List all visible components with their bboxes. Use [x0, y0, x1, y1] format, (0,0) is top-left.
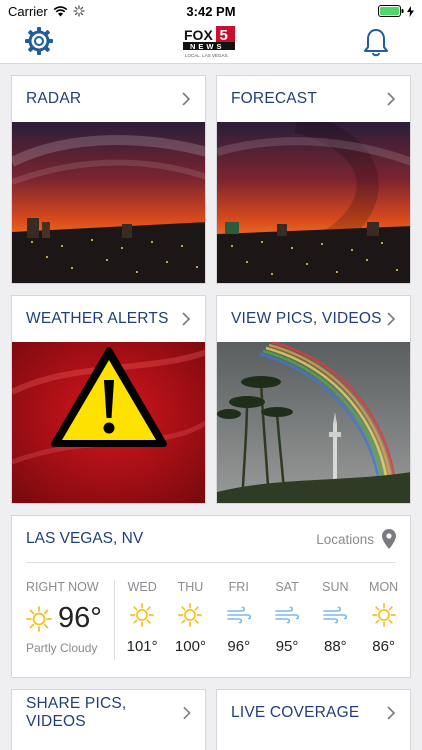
- forecast-day-name: THU: [177, 580, 204, 594]
- forecast-day: SAT 95°: [263, 580, 311, 655]
- share-pics-videos-tile-header[interactable]: SHARE PICS, VIDEOS: [12, 690, 205, 736]
- sun-icon: [371, 603, 396, 627]
- forecast-day-name: SAT: [275, 580, 299, 594]
- forecast-day-temp: 88°: [323, 638, 347, 655]
- wind-icon: [323, 606, 348, 624]
- chevron-right-icon: [182, 312, 191, 326]
- current-weather-card[interactable]: LAS VEGAS, NV Locations RIGHT NOW 96° Pa…: [11, 515, 411, 678]
- live-coverage-tile-header[interactable]: LIVE COVERAGE: [217, 690, 410, 736]
- forecast-tile[interactable]: FORECAST: [216, 75, 411, 284]
- wifi-icon: [53, 5, 68, 16]
- wind-icon: [275, 606, 300, 624]
- locations-label: Locations: [316, 531, 374, 547]
- settings-gear-icon[interactable]: [24, 26, 54, 56]
- forecast-day-temp: 95°: [275, 638, 299, 655]
- forecast-tile-title: FORECAST: [231, 90, 317, 107]
- weather-alerts-tile-title: WEATHER ALERTS: [26, 310, 169, 327]
- chevron-right-icon: [387, 92, 396, 106]
- forecast-day-temp: 96°: [227, 638, 251, 655]
- location-pin-icon: [382, 529, 396, 549]
- radar-tile[interactable]: RADAR: [11, 75, 206, 284]
- daily-forecast: WED 101° THU 100° FRI 96° SAT 95° SUN 88…: [118, 580, 408, 655]
- forecast-day-temp: 101°: [126, 638, 158, 655]
- view-pics-videos-tile-title: VIEW PICS, VIDEOS: [231, 310, 382, 327]
- forecast-day-name: SUN: [322, 580, 349, 594]
- chevron-right-icon: [182, 706, 191, 720]
- battery-indicator: [378, 5, 414, 17]
- forecast-city-sunset-image: [217, 122, 410, 283]
- live-coverage-tile[interactable]: LIVE COVERAGE: [216, 689, 411, 750]
- forecast-day: WED 101°: [118, 580, 166, 655]
- forecast-day-temp: 86°: [372, 638, 395, 655]
- weather-divider: [114, 580, 115, 660]
- status-bar: Carrier 3:42 PM: [0, 0, 422, 22]
- weather-location-header: LAS VEGAS, NV Locations: [26, 516, 396, 563]
- current-condition-text: Partly Cloudy: [26, 641, 98, 655]
- logo-news-text: NEWS: [190, 42, 225, 51]
- radar-tile-title: RADAR: [26, 90, 82, 107]
- carrier-info: Carrier: [8, 4, 85, 19]
- chevron-right-icon: [182, 92, 191, 106]
- activity-spinner-icon: [73, 5, 85, 17]
- share-pics-videos-tile-title: SHARE PICS, VIDEOS: [26, 695, 127, 730]
- battery-icon: [378, 5, 404, 17]
- radar-city-sunset-image: [12, 122, 205, 283]
- app-header: FOX 5 NEWS LOCAL. LAS VEGAS.: [0, 22, 422, 64]
- rainbow-palm-trees-image: [217, 342, 410, 503]
- live-coverage-tile-title: LIVE COVERAGE: [231, 704, 360, 721]
- city-name: LAS VEGAS, NV: [26, 530, 144, 547]
- view-pics-videos-tile[interactable]: VIEW PICS, VIDEOS: [216, 295, 411, 504]
- charging-bolt-icon: [407, 5, 414, 17]
- forecast-day-name: WED: [127, 580, 157, 594]
- forecast-tile-header[interactable]: FORECAST: [217, 76, 410, 122]
- carrier-label: Carrier: [8, 3, 48, 19]
- forecast-day: MON 86°: [359, 580, 407, 655]
- weather-alerts-tile[interactable]: WEATHER ALERTS: [11, 295, 206, 504]
- forecast-day: THU 100°: [166, 580, 214, 655]
- weather-alerts-tile-header[interactable]: WEATHER ALERTS: [12, 296, 205, 342]
- view-pics-videos-tile-header[interactable]: VIEW PICS, VIDEOS: [217, 296, 410, 342]
- radar-tile-header[interactable]: RADAR: [12, 76, 205, 122]
- wind-icon: [226, 606, 251, 624]
- forecast-day-name: FRI: [228, 580, 249, 594]
- forecast-day-temp: 100°: [174, 638, 206, 655]
- right-now-label: RIGHT NOW: [26, 580, 99, 594]
- logo-tagline-text: LOCAL. LAS VEGAS.: [185, 53, 229, 58]
- fox5-news-logo: FOX 5 NEWS LOCAL. LAS VEGAS.: [183, 26, 237, 58]
- sun-icon: [26, 605, 52, 632]
- forecast-day: SUN 88°: [311, 580, 359, 655]
- sun-icon: [178, 603, 203, 627]
- current-temperature: 96°: [58, 602, 102, 634]
- chevron-right-icon: [387, 312, 396, 326]
- forecast-day-name: MON: [369, 580, 399, 594]
- locations-button[interactable]: Locations: [316, 529, 396, 549]
- logo-fox-text: FOX: [184, 27, 213, 43]
- chevron-right-icon: [387, 706, 396, 720]
- sun-icon: [130, 603, 155, 627]
- notifications-bell-icon[interactable]: [363, 28, 389, 58]
- current-conditions: RIGHT NOW 96° Partly Cloudy: [26, 580, 116, 655]
- forecast-day: FRI 96°: [215, 580, 263, 655]
- share-pics-videos-tile[interactable]: SHARE PICS, VIDEOS: [11, 689, 206, 750]
- warning-triangle-image: [12, 342, 205, 503]
